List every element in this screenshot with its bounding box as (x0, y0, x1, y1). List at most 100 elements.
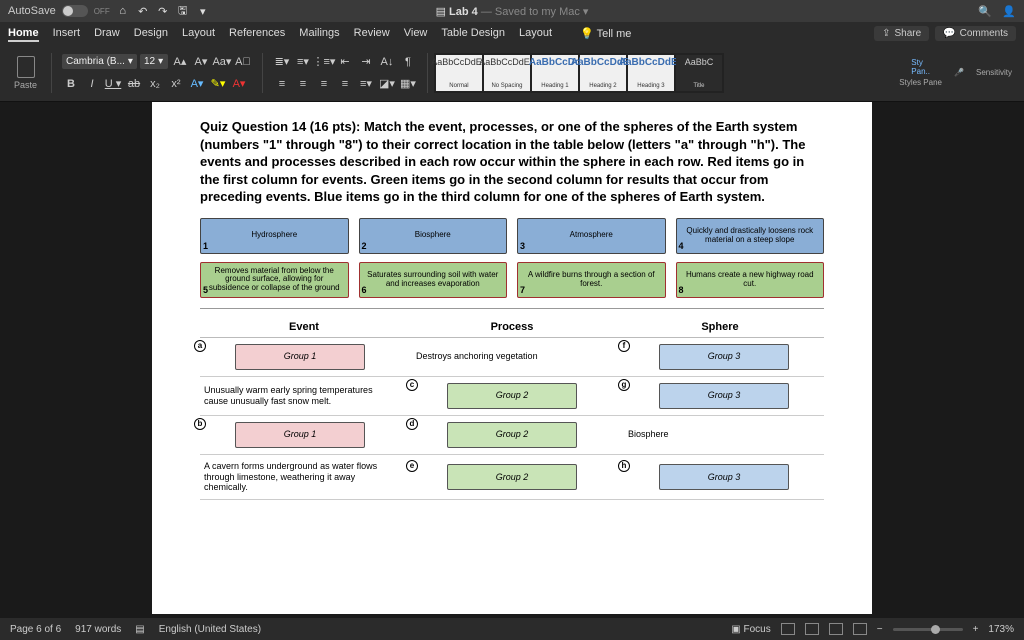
align-right-icon[interactable]: ≡ (315, 75, 333, 93)
drop-target[interactable]: Group 2 (447, 383, 577, 409)
style-heading-3[interactable]: AaBbCcDdEeHeading 3 (628, 55, 674, 91)
menu-home[interactable]: Home (8, 27, 39, 42)
drop-target[interactable]: Group 2 (447, 464, 577, 490)
zoom-in[interactable]: + (973, 624, 979, 635)
drop-target[interactable]: Group 3 (659, 344, 789, 370)
drop-target[interactable]: Group 3 (659, 464, 789, 490)
user-icon[interactable]: 👤 (1002, 4, 1016, 18)
grow-font-icon[interactable]: A▴ (171, 53, 189, 71)
table-cell: A cavern forms underground as water flow… (200, 461, 400, 493)
chevron-down-icon[interactable]: ▾ (196, 4, 210, 18)
table-cell: aGroup 1 (200, 344, 400, 370)
drop-target[interactable]: Group 1 (235, 422, 365, 448)
page-indicator[interactable]: Page 6 of 6 (10, 624, 61, 635)
save-icon[interactable]: 🖫 (176, 4, 190, 18)
card-2[interactable]: Biosphere2 (359, 218, 508, 254)
menu-draw[interactable]: Draw (94, 27, 120, 39)
card-5[interactable]: Removes material from below the ground s… (200, 262, 349, 298)
superscript-button[interactable]: x² (167, 75, 185, 93)
style-title[interactable]: AaBbCTitle (676, 55, 722, 91)
highlight-icon[interactable]: ✎▾ (209, 75, 227, 93)
table-cell: Destroys anchoring vegetation (412, 351, 612, 362)
styles-pane-button[interactable]: StyPan.. Styles Pane (899, 58, 942, 87)
doc-status: Saved to my Mac (495, 6, 580, 18)
share-button[interactable]: ⇪ Share (874, 26, 929, 41)
undo-icon[interactable]: ↶ (136, 4, 150, 18)
zoom-out[interactable]: − (877, 624, 883, 635)
table-cell: dGroup 2 (412, 422, 612, 448)
menu-references[interactable]: References (229, 27, 285, 39)
subscript-button[interactable]: x₂ (146, 75, 164, 93)
document-area[interactable]: Quiz Question 14 (16 pts): Match the eve… (0, 102, 1024, 614)
drop-target[interactable]: Group 3 (659, 383, 789, 409)
indent-icon[interactable]: ⇥ (357, 53, 375, 71)
font-color-icon[interactable]: A▾ (230, 75, 248, 93)
style-normal[interactable]: AaBbCcDdEeNormal (436, 55, 482, 91)
menu-layout[interactable]: Layout (182, 27, 215, 39)
menu-review[interactable]: Review (354, 27, 390, 39)
paragraph-marks-icon[interactable]: ¶ (399, 53, 417, 71)
underline-button[interactable]: U ▾ (104, 75, 122, 93)
comments-button[interactable]: 💬 Comments (935, 26, 1016, 41)
italic-button[interactable]: I (83, 75, 101, 93)
bold-button[interactable]: B (62, 75, 80, 93)
drop-target[interactable]: Group 2 (447, 422, 577, 448)
paste-button[interactable]: Paste (10, 54, 41, 92)
clear-format-icon[interactable]: A⃠ (234, 53, 252, 71)
change-case-icon[interactable]: Aa▾ (213, 53, 231, 71)
menu-table-design[interactable]: Table Design (441, 27, 505, 39)
menu-mailings[interactable]: Mailings (299, 27, 339, 39)
tell-me[interactable]: 💡 Tell me (580, 27, 631, 40)
search-icon[interactable]: 🔍 (978, 4, 992, 18)
style-gallery[interactable]: AaBbCcDdEeNormalAaBbCcDdEeNo Spacing AaBb… (434, 53, 724, 93)
menu-view[interactable]: View (404, 27, 428, 39)
word-count[interactable]: 917 words (75, 624, 121, 635)
table-row: bGroup 1dGroup 2Biosphere (200, 416, 824, 455)
align-left-icon[interactable]: ≡ (273, 75, 291, 93)
menu-design[interactable]: Design (134, 27, 168, 39)
card-4[interactable]: Quickly and drastically loosens rock mat… (676, 218, 825, 254)
sort-icon[interactable]: A↓ (378, 53, 396, 71)
autosave-toggle[interactable] (62, 5, 88, 17)
sensitivity-button[interactable]: Sensitivity (976, 68, 1012, 77)
strike-button[interactable]: ab (125, 75, 143, 93)
redo-icon[interactable]: ↷ (156, 4, 170, 18)
outline-icon[interactable] (829, 623, 843, 635)
zoom-level[interactable]: 173% (988, 624, 1014, 635)
web-layout-icon[interactable] (805, 623, 819, 635)
table-cell: Biosphere (624, 429, 824, 440)
card-6[interactable]: Saturates surrounding soil with water an… (359, 262, 508, 298)
home-icon[interactable]: ⌂ (116, 4, 130, 18)
card-1[interactable]: Hydrosphere1 (200, 218, 349, 254)
menu-insert[interactable]: Insert (53, 27, 81, 39)
blue-card-row: Hydrosphere1 Biosphere2Atmosphere3 Quickly… (200, 218, 824, 254)
cell-text: Unusually warm early spring temperatures… (204, 385, 396, 407)
spellcheck-icon[interactable]: ▤ (135, 624, 144, 635)
numbering-icon[interactable]: ≡▾ (294, 53, 312, 71)
style-no-spacing[interactable]: AaBbCcDdEeNo Spacing (484, 55, 530, 91)
dictate-button[interactable]: 🎤 (950, 64, 968, 82)
align-center-icon[interactable]: ≡ (294, 75, 312, 93)
borders-icon[interactable]: ▦▾ (399, 75, 417, 93)
menu-layout[interactable]: Layout (519, 27, 552, 39)
justify-icon[interactable]: ≡ (336, 75, 354, 93)
multilevel-icon[interactable]: ⋮≡▾ (315, 53, 333, 71)
bullets-icon[interactable]: ≣▾ (273, 53, 291, 71)
font-name-select[interactable]: Cambria (B... ▾ (62, 54, 137, 69)
font-size-select[interactable]: 12 ▾ (140, 54, 168, 69)
line-spacing-icon[interactable]: ≡▾ (357, 75, 375, 93)
focus-mode[interactable]: ▣ Focus (731, 624, 770, 635)
drop-target[interactable]: Group 1 (235, 344, 365, 370)
shading-icon[interactable]: ◪▾ (378, 75, 396, 93)
print-layout-icon[interactable] (781, 623, 795, 635)
card-3[interactable]: Atmosphere3 (517, 218, 666, 254)
outdent-icon[interactable]: ⇤ (336, 53, 354, 71)
language-indicator[interactable]: English (United States) (159, 624, 261, 635)
text-effects-icon[interactable]: A▾ (188, 75, 206, 93)
card-7[interactable]: A wildfire burns through a section of fo… (517, 262, 666, 298)
zoom-slider[interactable] (893, 628, 963, 631)
shrink-font-icon[interactable]: A▾ (192, 53, 210, 71)
card-8[interactable]: Humans create a new highway road cut.8 (676, 262, 825, 298)
draft-icon[interactable] (853, 623, 867, 635)
green-card-row: Removes material from below the ground s… (200, 262, 824, 298)
